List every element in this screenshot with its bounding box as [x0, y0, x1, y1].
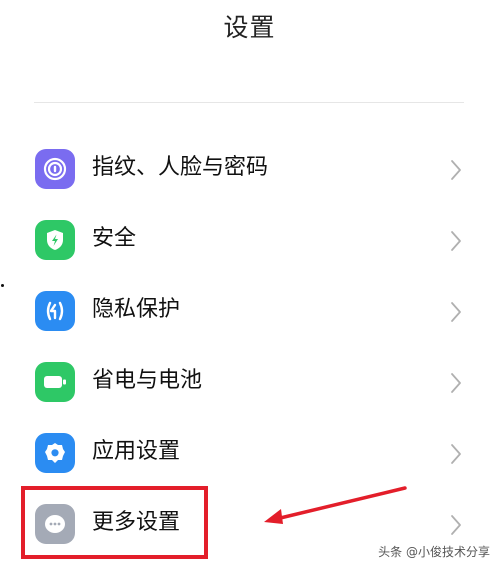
menu-item-label: 安全 — [92, 226, 137, 251]
battery-icon — [35, 362, 75, 402]
chevron-right-icon — [451, 373, 461, 393]
fingerprint-icon — [35, 149, 75, 189]
menu-item-privacy[interactable]: 隐私保护 — [0, 287, 499, 337]
header-divider — [34, 102, 464, 103]
highlight-box — [21, 486, 208, 559]
menu-item-fingerprint[interactable]: 指纹、人脸与密码 — [0, 145, 499, 195]
menu-item-app-settings[interactable]: 应用设置 — [0, 429, 499, 479]
shield-bolt-icon — [35, 220, 75, 260]
chevron-right-icon — [451, 515, 461, 535]
menu-item-label: 指纹、人脸与密码 — [92, 155, 269, 180]
menu-item-label: 隐私保护 — [92, 297, 181, 322]
menu-item-battery[interactable]: 省电与电池 — [0, 358, 499, 408]
annotation-arrow — [264, 486, 407, 524]
page-title: 设置 — [223, 13, 276, 42]
chevron-right-icon — [451, 231, 461, 251]
menu-item-security[interactable]: 安全 — [0, 216, 499, 266]
chevron-right-icon — [451, 160, 461, 180]
privacy-lock-icon — [35, 291, 75, 331]
menu-item-label: 应用设置 — [92, 439, 181, 464]
chevron-right-icon — [451, 302, 461, 322]
watermark: 头条 @小俊技术分享 — [378, 545, 490, 559]
menu-item-label: 省电与电池 — [92, 368, 203, 393]
gear-icon — [35, 433, 75, 473]
chevron-right-icon — [451, 444, 461, 464]
